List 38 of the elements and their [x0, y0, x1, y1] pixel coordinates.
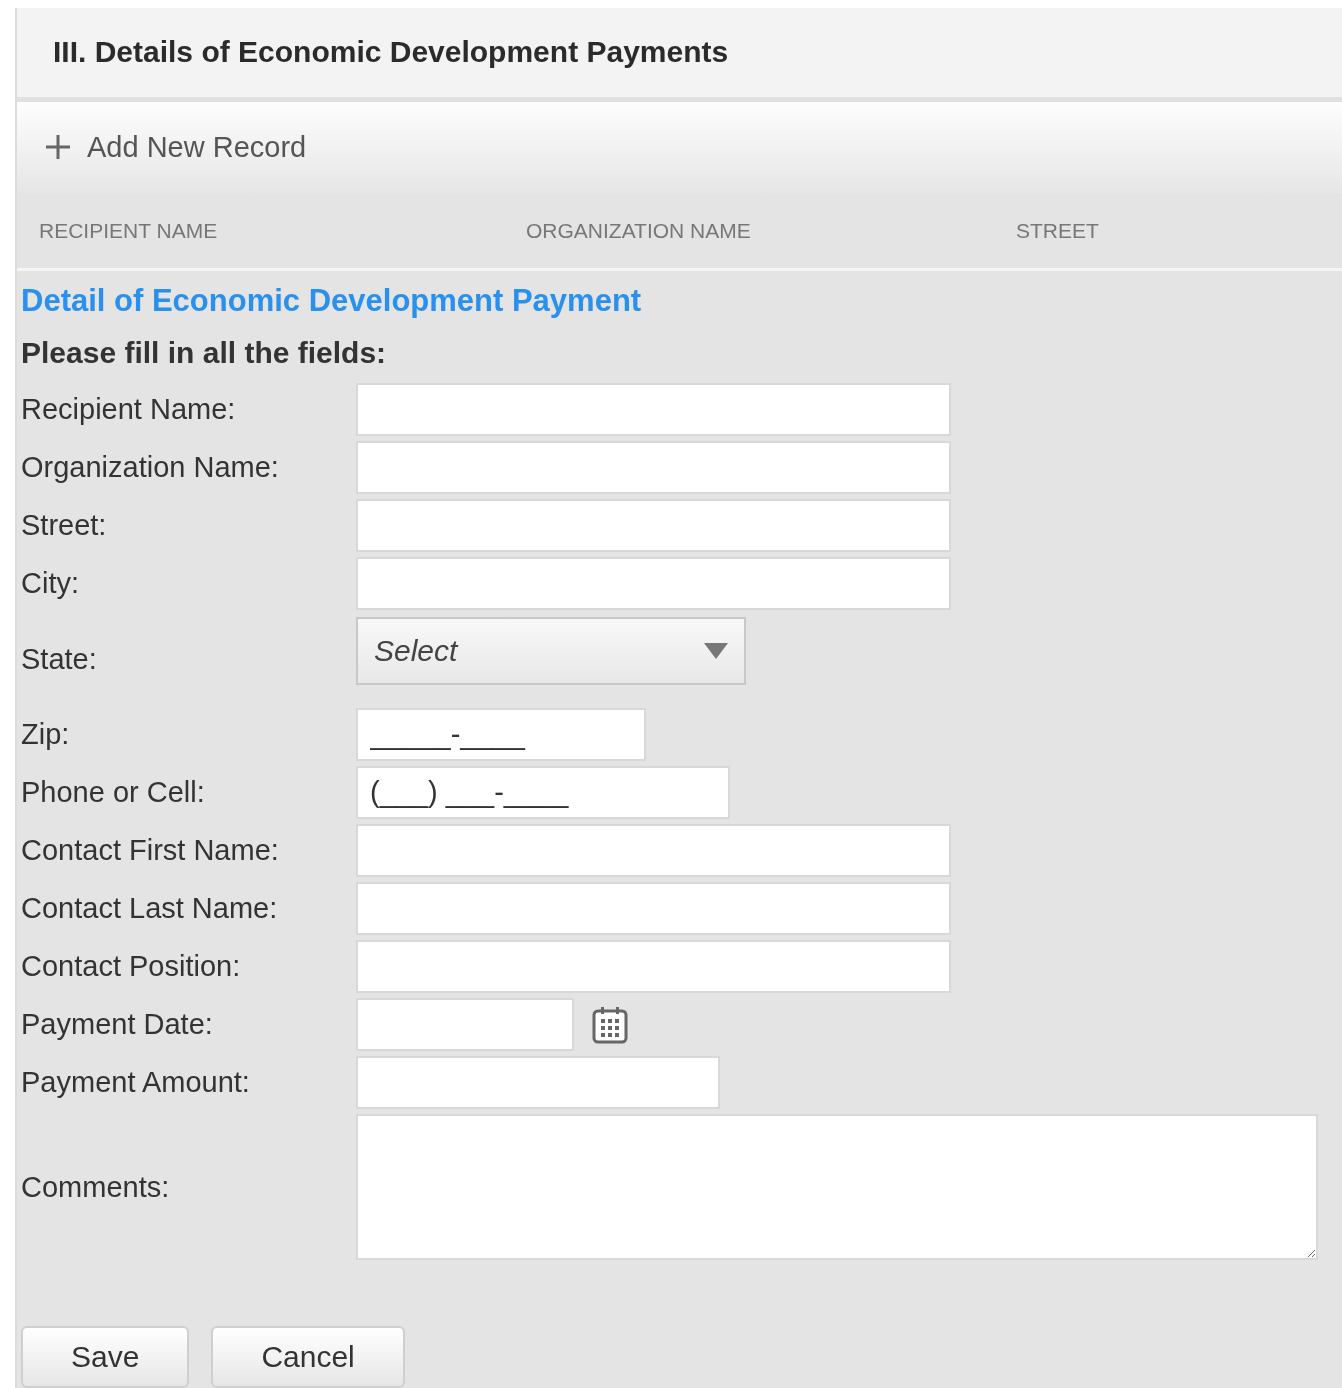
field-label: Zip:: [21, 718, 71, 751]
field-label: State:: [21, 642, 98, 676]
field-label: Organization Name:: [21, 451, 280, 484]
masked-field[interactable]: _____-____: [356, 708, 646, 761]
text-field[interactable]: [356, 383, 951, 436]
field-label: Payment Amount:: [21, 1066, 251, 1099]
section-title: III. Details of Economic Development Payments: [53, 35, 729, 70]
state-dropdown[interactable]: Select: [356, 617, 746, 685]
plus-icon: [45, 134, 71, 161]
field-label: Contact Last Name:: [21, 892, 279, 925]
text-field[interactable]: [356, 557, 951, 610]
save-button[interactable]: Save: [21, 1326, 190, 1388]
date-field[interactable]: [356, 998, 574, 1051]
field-label: Recipient Name:: [21, 393, 237, 426]
text-field[interactable]: [356, 824, 951, 877]
text-field[interactable]: [356, 940, 951, 993]
comments-field[interactable]: [356, 1114, 1318, 1260]
add-record-button[interactable]: Add New Record: [45, 130, 307, 164]
form-instruction: Please fill in all the fields:: [21, 335, 388, 371]
field-label: City:: [21, 567, 80, 600]
field-label: Phone or Cell:: [21, 776, 206, 809]
text-field[interactable]: [356, 499, 951, 552]
caret-icon: [704, 643, 728, 659]
text-field[interactable]: [356, 441, 951, 494]
form-title: Detail of Economic Development Payment: [21, 282, 643, 320]
field-label: Contact Position:: [21, 950, 242, 983]
column-header[interactable]: ORGANIZATION NAME: [526, 218, 1016, 243]
masked-field[interactable]: (___) ___-____: [356, 766, 730, 819]
field-label: Contact First Name:: [21, 834, 280, 867]
field-label: Street:: [21, 509, 108, 542]
cancel-button[interactable]: Cancel: [211, 1326, 405, 1388]
column-header[interactable]: RECIPIENT NAME: [39, 218, 526, 243]
text-field[interactable]: [356, 882, 951, 935]
amount-field[interactable]: [356, 1056, 720, 1109]
column-header[interactable]: STREET: [1016, 218, 1342, 243]
field-label: Payment Date:: [21, 1008, 214, 1041]
field-label: Comments:: [21, 1170, 171, 1204]
calendar-icon[interactable]: [592, 1005, 628, 1044]
